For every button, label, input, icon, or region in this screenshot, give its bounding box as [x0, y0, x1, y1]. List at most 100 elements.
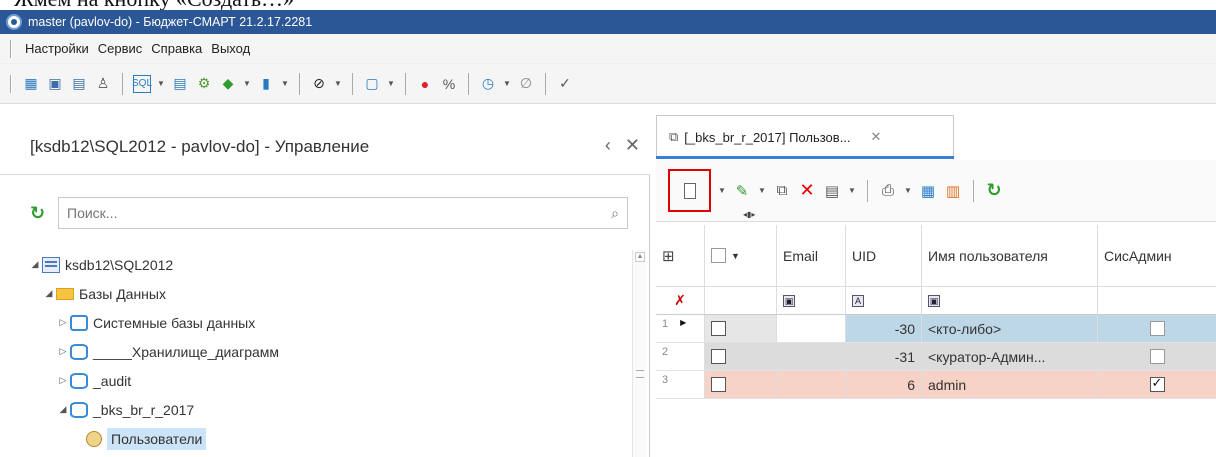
menu-help[interactable]: Справка: [151, 41, 202, 56]
sql-icon[interactable]: SQL: [132, 74, 152, 93]
scroll-grip[interactable]: [636, 370, 644, 378]
tree-item-system-databases[interactable]: ▷ Системные базы данных: [30, 308, 620, 337]
column-chooser[interactable]: ⊞: [656, 225, 705, 286]
cell-email[interactable]: [777, 343, 846, 370]
cell-sysadmin[interactable]: [1098, 343, 1216, 370]
chevron-down-icon[interactable]: ▼: [718, 186, 726, 195]
sysadmin-checkbox[interactable]: [1149, 375, 1165, 392]
tree-item-server[interactable]: ◢ ksdb12\SQL2012: [30, 250, 620, 279]
chevron-down-icon[interactable]: ▼: [334, 79, 342, 88]
table-icon[interactable]: ⊞: [662, 247, 675, 265]
export-icon[interactable]: ▮: [257, 75, 275, 93]
close-icon[interactable]: ✕: [871, 129, 882, 145]
export-excel-icon[interactable]: ▦: [919, 182, 937, 200]
chevron-down-icon[interactable]: ▼: [157, 79, 165, 88]
column-header-uid[interactable]: UID: [846, 225, 922, 286]
create-button[interactable]: [668, 169, 711, 212]
document-list-icon[interactable]: ▤: [70, 75, 88, 93]
row-checkbox[interactable]: [711, 349, 726, 364]
search-box[interactable]: ⌕: [58, 197, 628, 229]
table-row[interactable]: 2 -31 <куратор-Админ...: [656, 343, 1216, 371]
pin-icon[interactable]: ✗: [674, 292, 686, 309]
filter-condition-icon[interactable]: A: [852, 294, 864, 307]
print-icon[interactable]: ⎙: [879, 182, 897, 199]
delete-icon[interactable]: ✕: [798, 180, 816, 201]
tree-item-databases[interactable]: ◢ Базы Данных: [30, 279, 620, 308]
sp-icon[interactable]: ▤: [171, 75, 189, 93]
record-icon[interactable]: ●: [416, 75, 434, 93]
copy-icon[interactable]: ⧉: [773, 182, 791, 199]
sysadmin-checkbox[interactable]: [1149, 321, 1165, 336]
cell-username[interactable]: admin: [922, 371, 1098, 398]
link-icon[interactable]: ∅: [517, 75, 535, 93]
tab-users[interactable]: ⧉ [_bks_br_r_2017] Пользов... ✕: [656, 115, 954, 158]
cell-uid[interactable]: 6: [846, 371, 922, 398]
plugin-icon[interactable]: ◆: [219, 75, 237, 93]
menu-settings[interactable]: Настройки: [25, 41, 89, 56]
menu-exit[interactable]: Выход: [211, 41, 250, 56]
cell-email[interactable]: [777, 371, 846, 398]
refresh-icon[interactable]: ↻: [985, 180, 1003, 201]
select-all-header[interactable]: ▼: [705, 225, 777, 286]
expanded-arrow-icon[interactable]: ◢: [44, 288, 54, 299]
search-icon[interactable]: ⌕: [611, 205, 619, 222]
chevron-down-icon[interactable]: ▼: [243, 79, 251, 88]
tree-item-diagram-storage[interactable]: ▷ _____Хранилище_диаграмм: [30, 337, 620, 366]
filter-pin-cell[interactable]: ✗: [656, 287, 705, 314]
table-row[interactable]: 3 6 admin: [656, 371, 1216, 399]
percent-icon[interactable]: %: [440, 75, 458, 93]
row-select-cell[interactable]: [705, 315, 777, 342]
chevron-down-icon[interactable]: ▼: [848, 186, 856, 195]
row-checkbox[interactable]: [711, 321, 726, 336]
tree-item-bks-db[interactable]: ◢ _bks_br_r_2017: [30, 395, 620, 424]
cell-sysadmin[interactable]: [1098, 315, 1216, 342]
collapse-left-icon[interactable]: ‹: [605, 135, 611, 156]
cell-username[interactable]: <кто-либо>: [922, 315, 1098, 342]
cell-username[interactable]: <куратор-Админ...: [922, 343, 1098, 370]
filter-condition-icon[interactable]: ▣: [783, 294, 795, 307]
tree-item-audit[interactable]: ▷ _audit: [30, 366, 620, 395]
chevron-down-icon[interactable]: ▼: [731, 251, 740, 261]
row-select-cell[interactable]: [705, 343, 777, 370]
tree-scrollbar[interactable]: ▲: [632, 250, 646, 457]
cell-uid[interactable]: -31: [846, 343, 922, 370]
cell-email[interactable]: [777, 315, 846, 342]
tree-item-users[interactable]: Пользователи: [30, 424, 620, 453]
chevron-down-icon[interactable]: ▼: [904, 186, 912, 195]
refresh-icon[interactable]: ↻: [30, 203, 48, 224]
calendar-icon[interactable]: ▦: [22, 75, 40, 93]
menu-service[interactable]: Сервис: [98, 41, 143, 56]
filter-email[interactable]: ▣: [777, 287, 846, 314]
column-header-sysadmin[interactable]: СисАдмин: [1098, 225, 1216, 286]
monitor-icon[interactable]: ▣: [46, 75, 64, 93]
close-icon[interactable]: ✕: [625, 135, 640, 156]
collapsed-arrow-icon[interactable]: ▷: [58, 317, 68, 328]
filter-uid[interactable]: A: [846, 287, 922, 314]
row-checkbox[interactable]: [711, 377, 726, 392]
toolbar-resize-handle[interactable]: ◂▮▸: [743, 210, 755, 219]
flow-icon[interactable]: ⚙: [195, 75, 213, 93]
cell-uid[interactable]: -30: [846, 315, 922, 342]
window-icon[interactable]: ▢: [363, 75, 381, 93]
chevron-down-icon[interactable]: ▼: [758, 186, 766, 195]
clock-icon[interactable]: ◷: [479, 75, 497, 93]
cell-sysadmin[interactable]: [1098, 371, 1216, 398]
row-select-cell[interactable]: [705, 371, 777, 398]
filter-cell[interactable]: [705, 287, 777, 314]
filter-username[interactable]: ▣: [922, 287, 1098, 314]
expanded-arrow-icon[interactable]: ◢: [30, 259, 40, 270]
report-icon[interactable]: ▥: [944, 182, 962, 200]
chevron-down-icon[interactable]: ▼: [281, 79, 289, 88]
select-all-checkbox[interactable]: [711, 248, 726, 263]
expanded-arrow-icon[interactable]: ◢: [58, 404, 68, 415]
chevron-down-icon[interactable]: ▼: [387, 79, 395, 88]
compass-icon[interactable]: ⊘: [310, 75, 328, 93]
column-header-username[interactable]: Имя пользователя: [922, 225, 1098, 286]
filter-condition-icon[interactable]: ▣: [928, 294, 940, 307]
properties-icon[interactable]: ▤: [823, 182, 841, 200]
edit-pencil-icon[interactable]: ✎: [733, 182, 751, 200]
sysadmin-checkbox[interactable]: [1149, 349, 1165, 364]
filter-sysadmin[interactable]: [1098, 287, 1216, 314]
table-row[interactable]: 1 ▶ -30 <кто-либо>: [656, 315, 1216, 343]
collapsed-arrow-icon[interactable]: ▷: [58, 346, 68, 357]
